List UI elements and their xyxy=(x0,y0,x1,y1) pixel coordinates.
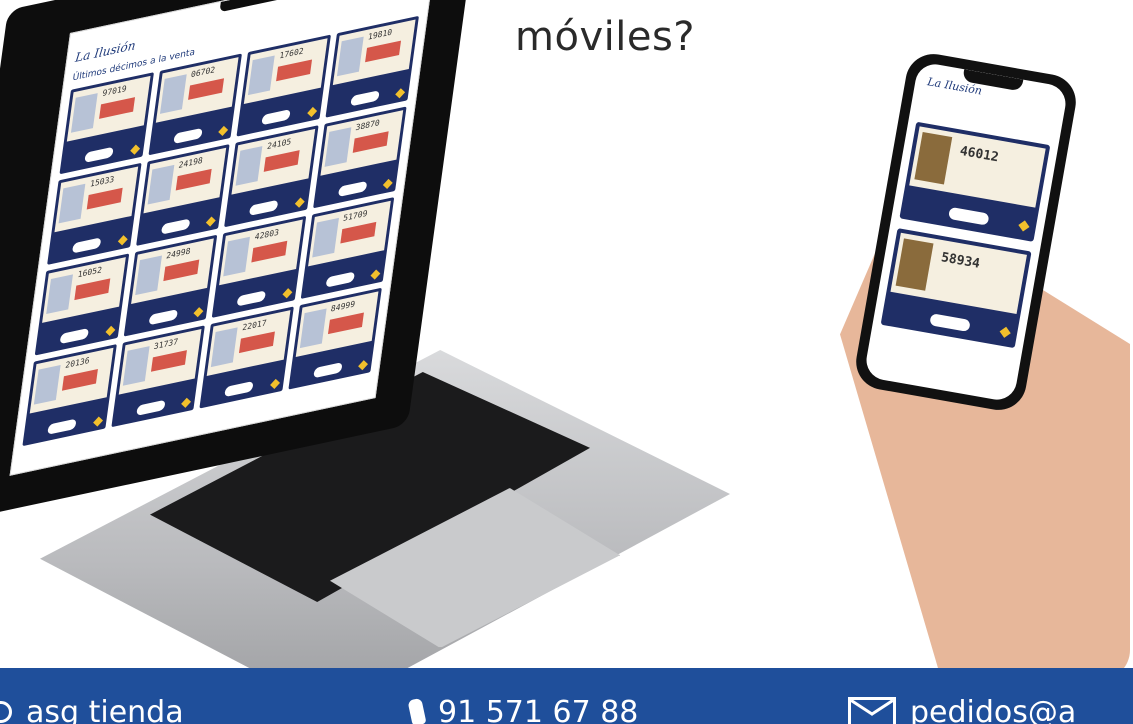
quantity-pill[interactable] xyxy=(312,362,343,379)
mail-icon xyxy=(848,697,896,724)
quantity-pill[interactable] xyxy=(84,146,114,163)
ticket-card[interactable]: 31737 xyxy=(110,325,205,428)
quantity-pill[interactable] xyxy=(248,199,279,216)
quantity-pill[interactable] xyxy=(224,380,254,398)
favorite-icon[interactable] xyxy=(294,197,305,208)
favorite-icon[interactable] xyxy=(117,235,128,246)
ticket-card[interactable]: 58934 xyxy=(880,228,1032,349)
ticket-card[interactable]: 46012 xyxy=(899,121,1051,242)
quantity-pill[interactable] xyxy=(337,180,367,198)
favorite-icon[interactable] xyxy=(999,326,1011,338)
favorite-icon[interactable] xyxy=(92,416,103,427)
favorite-icon[interactable] xyxy=(218,125,229,137)
headline: móviles? xyxy=(515,14,696,60)
favorite-icon[interactable] xyxy=(205,216,216,227)
quantity-pill[interactable] xyxy=(47,418,77,435)
quantity-pill[interactable] xyxy=(349,90,380,107)
ticket-card[interactable]: 15033 xyxy=(47,162,142,265)
quantity-pill[interactable] xyxy=(236,290,266,307)
favorite-icon[interactable] xyxy=(181,397,192,408)
laptop-notch xyxy=(219,0,291,13)
quantity-pill[interactable] xyxy=(948,206,990,226)
footer-store-link[interactable]: asg tienda xyxy=(0,694,184,724)
ticket-card[interactable]: 20136 xyxy=(22,344,117,447)
ticket-card[interactable]: 06702 xyxy=(147,53,242,156)
quantity-pill[interactable] xyxy=(261,109,291,126)
favorite-icon[interactable] xyxy=(269,378,280,390)
favorite-icon[interactable] xyxy=(306,107,317,118)
footer-phone-link[interactable]: 91 571 67 88 xyxy=(407,694,639,724)
phone-icon xyxy=(407,697,427,724)
quantity-pill[interactable] xyxy=(148,309,178,326)
footer-phone-label: 91 571 67 88 xyxy=(438,694,639,724)
quantity-pill[interactable] xyxy=(929,313,971,332)
favorite-icon[interactable] xyxy=(104,325,115,337)
ticket-card[interactable]: 24105 xyxy=(224,125,319,228)
favorite-icon[interactable] xyxy=(358,360,369,371)
ticket-card[interactable]: 24998 xyxy=(123,234,218,337)
quantity-pill[interactable] xyxy=(71,237,102,254)
quantity-pill[interactable] xyxy=(160,218,190,235)
quantity-pill[interactable] xyxy=(135,399,166,417)
ticket-card[interactable]: 16052 xyxy=(34,253,129,356)
quantity-pill[interactable] xyxy=(172,127,203,145)
ticket-card[interactable]: 24198 xyxy=(135,144,230,247)
footer-email-link[interactable]: pedidos@a xyxy=(848,694,1077,724)
ticket-card[interactable]: 38870 xyxy=(312,106,407,209)
favorite-icon[interactable] xyxy=(281,288,292,299)
favorite-icon[interactable] xyxy=(1018,220,1030,232)
location-pin-icon xyxy=(0,701,12,723)
footer-store-label: asg tienda xyxy=(26,694,184,724)
ticket-card[interactable]: 84999 xyxy=(287,287,382,390)
quantity-pill[interactable] xyxy=(59,327,89,345)
ticket-card[interactable]: 17602 xyxy=(236,34,331,137)
favorite-icon[interactable] xyxy=(370,269,381,280)
footer-email-label: pedidos@a xyxy=(910,694,1077,724)
favorite-icon[interactable] xyxy=(193,307,204,318)
favorite-icon[interactable] xyxy=(382,178,393,190)
ticket-card[interactable]: 19810 xyxy=(324,15,419,118)
favorite-icon[interactable] xyxy=(129,144,140,155)
ticket-card[interactable]: 22017 xyxy=(199,306,294,409)
ticket-card[interactable]: 97019 xyxy=(59,72,154,175)
quantity-pill[interactable] xyxy=(325,271,355,288)
favorite-icon[interactable] xyxy=(395,88,406,99)
ticket-card[interactable]: 51709 xyxy=(300,197,395,300)
ticket-card[interactable]: 42803 xyxy=(211,215,306,318)
